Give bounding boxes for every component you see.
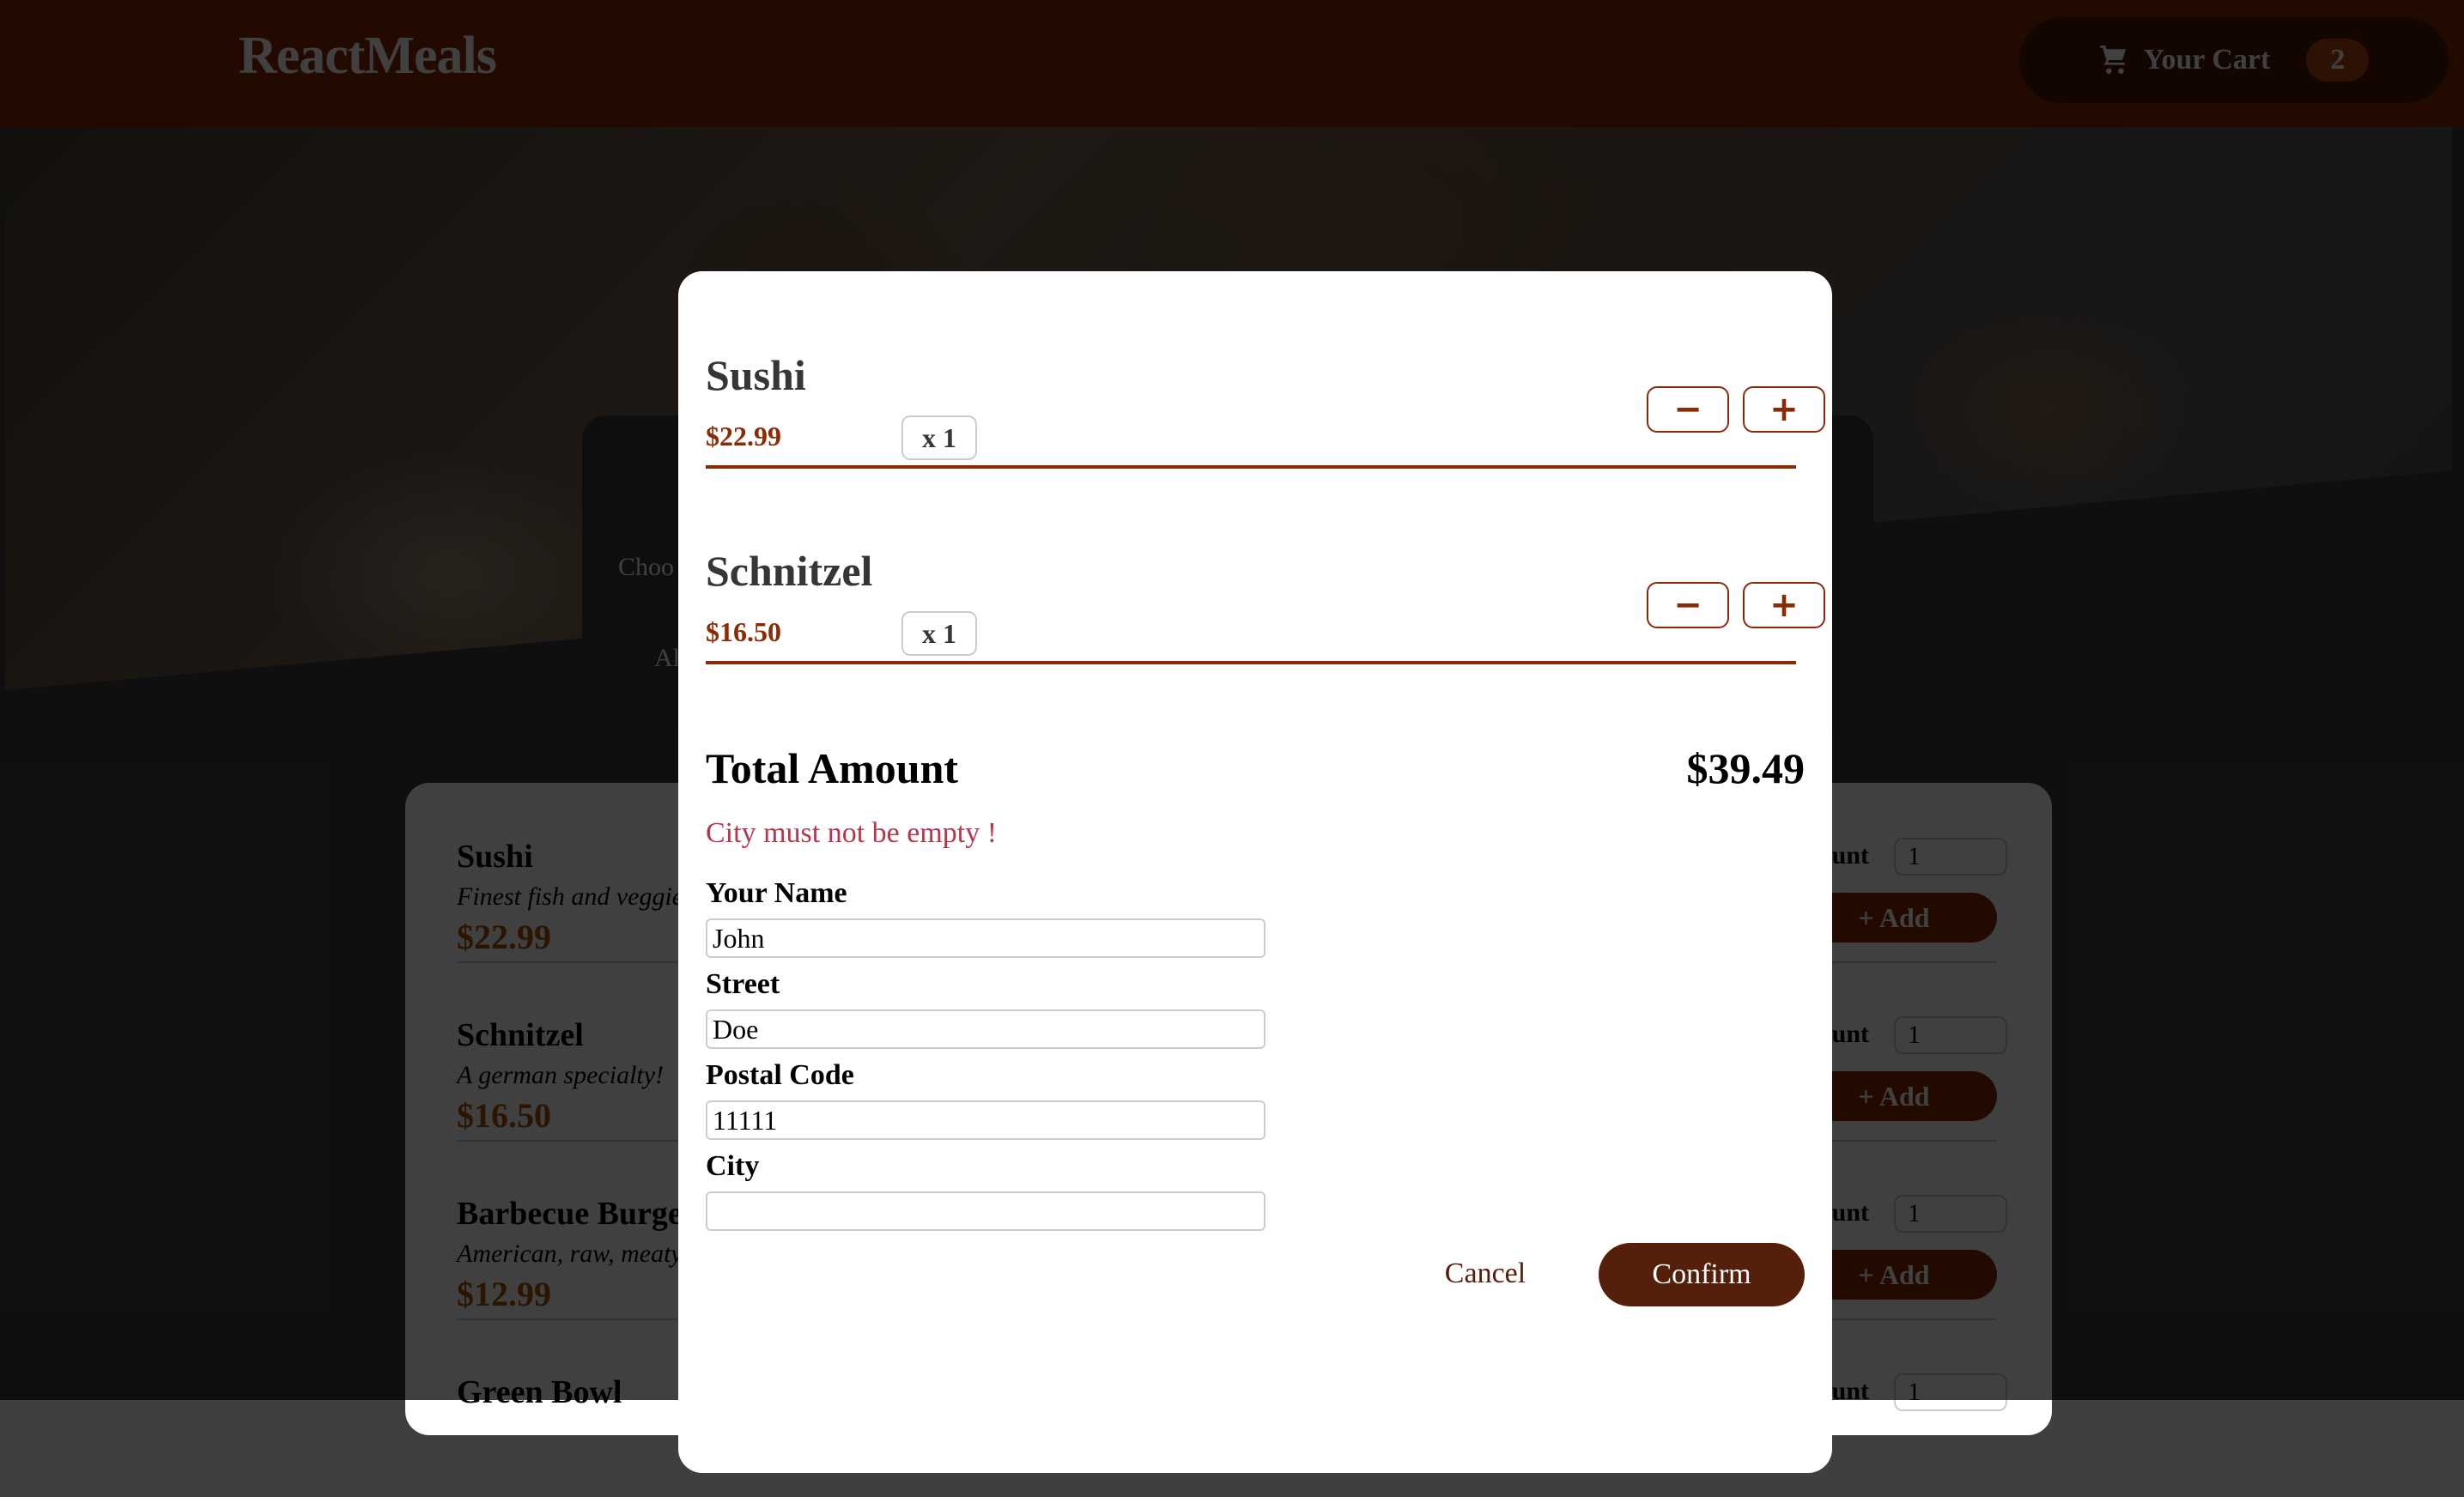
name-label: Your Name xyxy=(706,877,847,909)
street-input[interactable] xyxy=(706,1009,1265,1049)
cart-item: Sushi $22.99 x 1 − + xyxy=(706,271,1825,469)
name-input[interactable] xyxy=(706,918,1265,958)
minus-icon: − xyxy=(1673,585,1702,625)
total-amount-value: $39.49 xyxy=(1686,744,1806,792)
decrement-button[interactable]: − xyxy=(1647,582,1729,628)
cart-item-quantity: x 1 xyxy=(901,415,977,460)
cart-item-name: Sushi xyxy=(706,351,806,399)
validation-error: City must not be empty ! xyxy=(706,817,998,849)
minus-icon: − xyxy=(1673,390,1702,429)
cart-item-name: Schnitzel xyxy=(706,547,873,595)
plus-icon: + xyxy=(1769,390,1799,429)
cart-item-price: $16.50 xyxy=(706,616,781,647)
city-input[interactable] xyxy=(706,1191,1265,1231)
cancel-button[interactable]: Cancel xyxy=(1408,1243,1563,1305)
increment-button[interactable]: + xyxy=(1743,582,1825,628)
decrement-button[interactable]: − xyxy=(1647,386,1729,433)
street-label: Street xyxy=(706,968,780,1000)
cart-modal: Sushi $22.99 x 1 − + Schnitzel $16.50 x … xyxy=(678,271,1832,1473)
postal-code-label: Postal Code xyxy=(706,1059,854,1091)
cart-item-quantity: x 1 xyxy=(901,611,977,656)
plus-icon: + xyxy=(1769,585,1799,625)
cart-item: Schnitzel $16.50 x 1 − + xyxy=(706,467,1825,664)
cart-item-price: $22.99 xyxy=(706,421,781,452)
confirm-button[interactable]: Confirm xyxy=(1599,1243,1805,1306)
postal-code-input[interactable] xyxy=(706,1100,1265,1140)
total-amount-label: Total Amount xyxy=(706,744,959,792)
city-label: City xyxy=(706,1150,760,1182)
increment-button[interactable]: + xyxy=(1743,386,1825,433)
